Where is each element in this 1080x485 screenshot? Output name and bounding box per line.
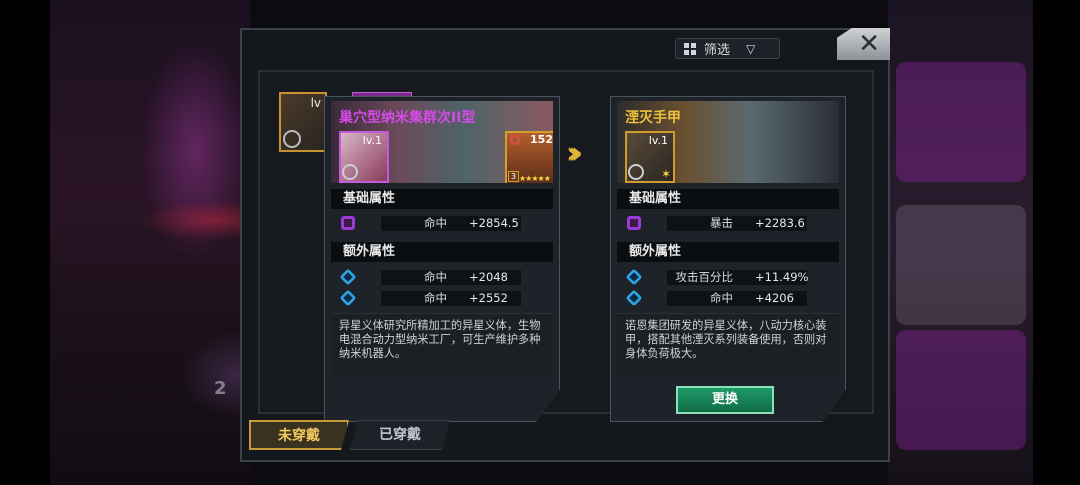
slot-level: lv	[310, 96, 321, 110]
gear-icon	[283, 130, 301, 148]
compare-arrow-icon: ›››	[566, 136, 583, 171]
extra-stat-row: 命中 +2552	[331, 289, 553, 308]
close-icon: ✕	[858, 29, 880, 59]
stat-name: 攻击百分比	[675, 270, 734, 284]
star-icon: ✶	[660, 167, 671, 181]
close-button[interactable]: ✕	[837, 28, 890, 60]
equipment-description: 异星义体研究所精加工的异星义体，生物电混合动力型纳米工厂，可生产维护多种纳米机器…	[339, 319, 541, 360]
equipment-thumbnail[interactable]: lv.1	[339, 131, 389, 183]
equipment-level: lv.1	[648, 134, 668, 147]
equipment-title: 湮灭手甲	[625, 110, 681, 126]
gear-icon	[628, 164, 644, 180]
background-right-panel	[888, 0, 1033, 485]
base-attributes-header: 基础属性	[617, 189, 839, 209]
stat-value: +2048	[469, 270, 508, 284]
base-stat-row: 暴击 +2283.6	[617, 215, 839, 233]
stat-name: 命中	[424, 216, 447, 230]
hero-faction-icon	[510, 135, 520, 145]
stat-name: 命中	[424, 291, 447, 305]
equipment-thumbnail[interactable]: lv.1 ✶	[625, 131, 675, 183]
stat-value: +2854.5	[469, 216, 519, 230]
stat-bar: 命中 +4206	[667, 291, 807, 306]
current-equipment-card: 巢穴型纳米集群次II型 lv.1 152 3 ★★★★★ 基础属性 命中 +28…	[324, 96, 560, 422]
background-left-panel	[50, 0, 290, 485]
gear-icon	[342, 164, 358, 180]
equipment-description: 诺恩集团研发的异星义体，八动力核心装甲，搭配其他湮灭系列装备使用，否则对身体负荷…	[625, 319, 827, 360]
extra-stat-row: 命中 +2048	[331, 268, 553, 287]
extra-attributes-header: 额外属性	[331, 242, 553, 262]
screen-edge-right	[1033, 0, 1080, 485]
hero-rank: 3	[508, 171, 519, 182]
stat-blue-icon	[339, 289, 357, 307]
hero-portrait[interactable]: 152 3 ★★★★★	[505, 131, 553, 183]
extra-stat-row: 命中 +4206	[617, 289, 839, 308]
stat-purple-icon	[341, 216, 355, 230]
stat-purple-icon	[627, 216, 641, 230]
hero-level: 152	[530, 133, 553, 146]
stat-bar: 命中 +2552	[381, 291, 521, 306]
background-number: 2	[214, 378, 227, 399]
stat-bar: 攻击百分比 +11.49%	[667, 270, 809, 285]
stat-value: +11.49%	[755, 270, 809, 284]
stat-value: +2552	[469, 291, 508, 305]
stat-value: +4206	[755, 291, 794, 305]
stat-bar: 命中 +2854.5	[381, 216, 521, 231]
new-equipment-card: 湮灭手甲 lv.1 ✶ 基础属性 暴击 +2283.6 额外属性 攻击百分比 +…	[610, 96, 846, 422]
stat-bar: 命中 +2048	[381, 270, 521, 285]
equipment-slot[interactable]: lv	[279, 92, 327, 152]
stat-blue-icon	[625, 289, 643, 307]
stat-bar: 暴击 +2283.6	[667, 216, 807, 231]
base-stat-row: 命中 +2854.5	[331, 215, 553, 233]
stat-value: +2283.6	[755, 216, 805, 230]
base-attributes-header: 基础属性	[331, 189, 553, 209]
dropdown-arrow-icon: ▽	[746, 41, 756, 56]
equipment-banner: 巢穴型纳米集群次II型 lv.1 152 3 ★★★★★	[331, 101, 553, 183]
equipment-title: 巢穴型纳米集群次II型	[339, 110, 476, 126]
tab-unequipped[interactable]: 未穿戴	[249, 420, 349, 450]
tab-equipped[interactable]: 已穿戴	[350, 420, 450, 450]
extra-attributes-header: 额外属性	[617, 242, 839, 262]
stat-name: 命中	[710, 291, 733, 305]
grid-icon	[684, 42, 696, 55]
stat-name: 暴击	[710, 216, 733, 230]
equipment-banner: 湮灭手甲 lv.1 ✶	[617, 101, 839, 183]
replace-button[interactable]: 更换	[676, 386, 774, 414]
stat-blue-icon	[625, 268, 643, 286]
filter-label: 筛选	[704, 43, 731, 58]
stat-name: 命中	[424, 270, 447, 284]
hero-stars: ★★★★★	[519, 174, 551, 183]
filter-button[interactable]: 筛选 ▽	[675, 38, 780, 59]
equipment-level: lv.1	[362, 134, 382, 147]
extra-stat-row: 攻击百分比 +11.49%	[617, 268, 839, 287]
stat-blue-icon	[339, 268, 357, 286]
screen-edge-left	[0, 0, 50, 485]
